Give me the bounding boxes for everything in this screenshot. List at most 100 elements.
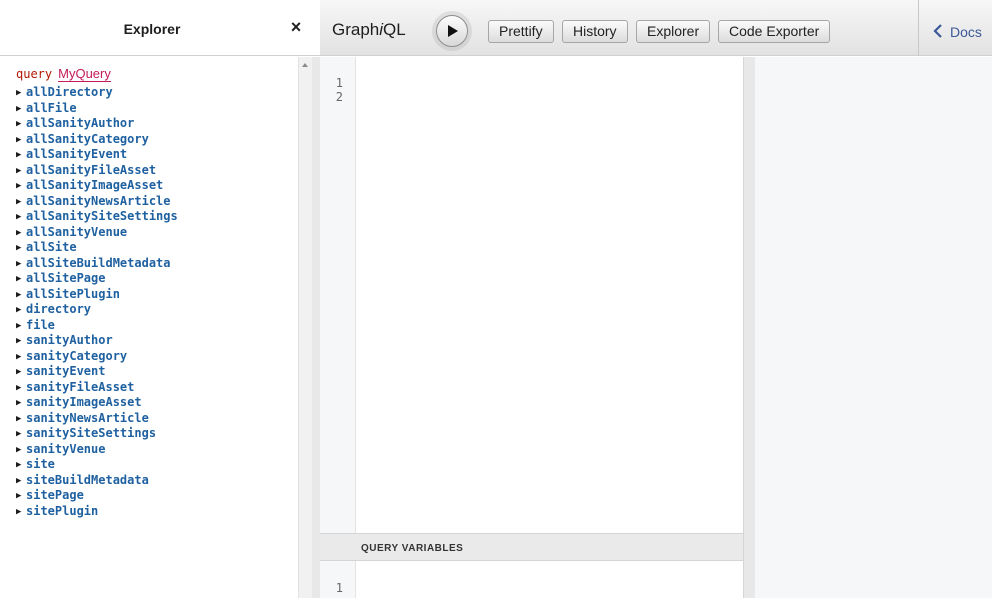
explorer-field-allsitebuildmetadata[interactable]: ▶ allSiteBuildMetadata — [16, 256, 298, 272]
explorer-field-allsanitysitesettings[interactable]: ▶ allSanitySiteSettings — [16, 209, 298, 225]
caret-right-icon: ▶ — [16, 506, 22, 517]
field-label: sanityFileAsset — [26, 379, 135, 394]
explorer-scrollbar[interactable] — [298, 57, 312, 598]
field-label: sanitySiteSettings — [26, 426, 157, 440]
query-definition: query MyQuery — [16, 65, 298, 83]
caret-right-icon: ▶ — [16, 227, 22, 238]
prettify-button[interactable]: Prettify — [488, 20, 554, 43]
field-label: sitePlugin — [26, 503, 99, 518]
explorer-field-allsanityvenue[interactable]: ▶ allSanityVenue — [16, 225, 298, 241]
field-label: sanityImageAsset — [26, 395, 142, 409]
caret-right-icon: ▶ — [16, 88, 22, 98]
result-pane — [755, 57, 992, 598]
caret-right-icon: ▶ — [16, 413, 22, 424]
caret-right-icon: ▶ — [16, 444, 22, 455]
field-label: allSiteBuildMetadata — [26, 255, 171, 270]
caret-right-icon: ▶ — [16, 398, 22, 408]
field-label: site — [26, 457, 55, 471]
explorer-field-allsanitycategory[interactable]: ▶ allSanityCategory — [16, 132, 298, 148]
field-label: directory — [26, 302, 92, 316]
field-label: sitePage — [26, 488, 84, 502]
docs-label: Docs — [950, 24, 982, 40]
explorer-field-sanitynewsarticle[interactable]: ▶ sanityNewsArticle — [16, 411, 298, 427]
chevron-left-icon — [933, 24, 942, 38]
field-list: ▶ allDirectory ▶ allFile ▶ allSanityAuthor ▶ al… — [16, 85, 298, 519]
caret-right-icon: ▶ — [16, 475, 22, 486]
caret-right-icon: ▶ — [16, 103, 22, 114]
caret-right-icon: ▶ — [16, 243, 22, 253]
explorer-field-allsanitynewsarticle[interactable]: ▶ allSanityNewsArticle — [16, 194, 298, 210]
explorer-field-sanityvenue[interactable]: ▶ sanityVenue — [16, 442, 298, 458]
caret-right-icon: ▶ — [16, 150, 22, 160]
explorer-field-sanitycategory[interactable]: ▶ sanityCategory — [16, 349, 298, 365]
line-number: 1 — [335, 581, 343, 595]
explorer-field-site[interactable]: ▶ site — [16, 457, 298, 473]
field-label: allSanityFileAsset — [26, 162, 157, 177]
field-label: allSite — [26, 240, 77, 254]
logo-suffix: QL — [383, 20, 406, 39]
explorer-field-allsiteplugin[interactable]: ▶ allSitePlugin — [16, 287, 298, 303]
caret-right-icon: ▶ — [16, 382, 22, 393]
caret-right-icon: ▶ — [16, 196, 22, 207]
explorer-field-allsitepage[interactable]: ▶ allSitePage — [16, 271, 298, 287]
caret-right-icon: ▶ — [16, 429, 22, 439]
explorer-field-allsite[interactable]: ▶ allSite — [16, 240, 298, 256]
line-number-gutter: 12 — [320, 57, 356, 533]
field-label: sanityEvent — [26, 364, 106, 378]
variables-line-number-gutter: 1 — [320, 561, 356, 598]
explorer-divider[interactable] — [312, 57, 320, 598]
query-editor: 12 QUERY VARIABLES 1 — [320, 57, 743, 598]
caret-right-icon: ▶ — [16, 367, 22, 377]
explorer-field-siteplugin[interactable]: ▶ sitePlugin — [16, 504, 298, 520]
field-label: allFile — [26, 100, 77, 115]
execute-query-button[interactable] — [436, 15, 468, 47]
explorer-field-sitebuildmetadata[interactable]: ▶ siteBuildMetadata — [16, 473, 298, 489]
caret-right-icon: ▶ — [16, 336, 22, 346]
explorer-title: Explorer — [123, 21, 181, 37]
caret-right-icon: ▶ — [16, 274, 22, 284]
field-label: sanityAuthor — [26, 333, 113, 347]
explorer-field-allfile[interactable]: ▶ allFile — [16, 101, 298, 117]
field-label: allSanityEvent — [26, 147, 128, 161]
field-label: allSanityImageAsset — [26, 178, 164, 192]
query-editor-input[interactable] — [357, 57, 743, 533]
field-label: allSitePlugin — [26, 286, 120, 301]
field-label: allSanityAuthor — [26, 116, 135, 130]
query-variables-header[interactable]: QUERY VARIABLES — [320, 533, 743, 561]
explorer-field-sanityevent[interactable]: ▶ sanityEvent — [16, 364, 298, 380]
field-label: sanityVenue — [26, 441, 106, 456]
field-label: sanityNewsArticle — [26, 410, 149, 425]
field-label: siteBuildMetadata — [26, 472, 149, 487]
scroll-up-icon[interactable] — [302, 63, 308, 67]
explorer-body: query MyQuery ▶ allDirectory ▶ allFile ▶ allSa… — [0, 57, 298, 598]
caret-right-icon: ▶ — [16, 305, 22, 315]
explorer-field-directory[interactable]: ▶ directory — [16, 302, 298, 318]
explorer-field-allsanityimageasset[interactable]: ▶ allSanityImageAsset — [16, 178, 298, 194]
close-icon[interactable]: × — [286, 17, 306, 37]
explorer-field-sitepage[interactable]: ▶ sitePage — [16, 488, 298, 504]
editor-result-divider[interactable] — [743, 57, 755, 598]
field-label: allSitePage — [26, 271, 106, 285]
explorer-field-sanitysitesettings[interactable]: ▶ sanitySiteSettings — [16, 426, 298, 442]
explorer-field-sanityfileasset[interactable]: ▶ sanityFileAsset — [16, 380, 298, 396]
explorer-field-sanityauthor[interactable]: ▶ sanityAuthor — [16, 333, 298, 349]
query-variables-input[interactable] — [357, 561, 743, 598]
explorer-field-allsanityfileasset[interactable]: ▶ allSanityFileAsset — [16, 163, 298, 179]
caret-right-icon: ▶ — [16, 460, 22, 470]
play-icon — [448, 25, 458, 37]
caret-right-icon: ▶ — [16, 165, 22, 176]
explorer-field-sanityimageasset[interactable]: ▶ sanityImageAsset — [16, 395, 298, 411]
explorer-field-file[interactable]: ▶ file — [16, 318, 298, 334]
docs-button[interactable]: Docs — [918, 0, 992, 56]
history-button[interactable]: History — [562, 20, 628, 43]
explorer-field-allsanityevent[interactable]: ▶ allSanityEvent — [16, 147, 298, 163]
code-exporter-button[interactable]: Code Exporter — [718, 20, 831, 43]
caret-right-icon: ▶ — [16, 212, 22, 222]
explorer-button[interactable]: Explorer — [636, 20, 711, 43]
explorer-field-allsanityauthor[interactable]: ▶ allSanityAuthor — [16, 116, 298, 132]
app-logo: GraphiQL — [332, 20, 406, 40]
toolbar: GraphiQL Prettify History Explorer Code … — [320, 0, 992, 56]
explorer-field-alldirectory[interactable]: ▶ allDirectory — [16, 85, 298, 101]
caret-right-icon: ▶ — [16, 119, 22, 129]
query-name-input[interactable]: MyQuery — [58, 66, 111, 82]
